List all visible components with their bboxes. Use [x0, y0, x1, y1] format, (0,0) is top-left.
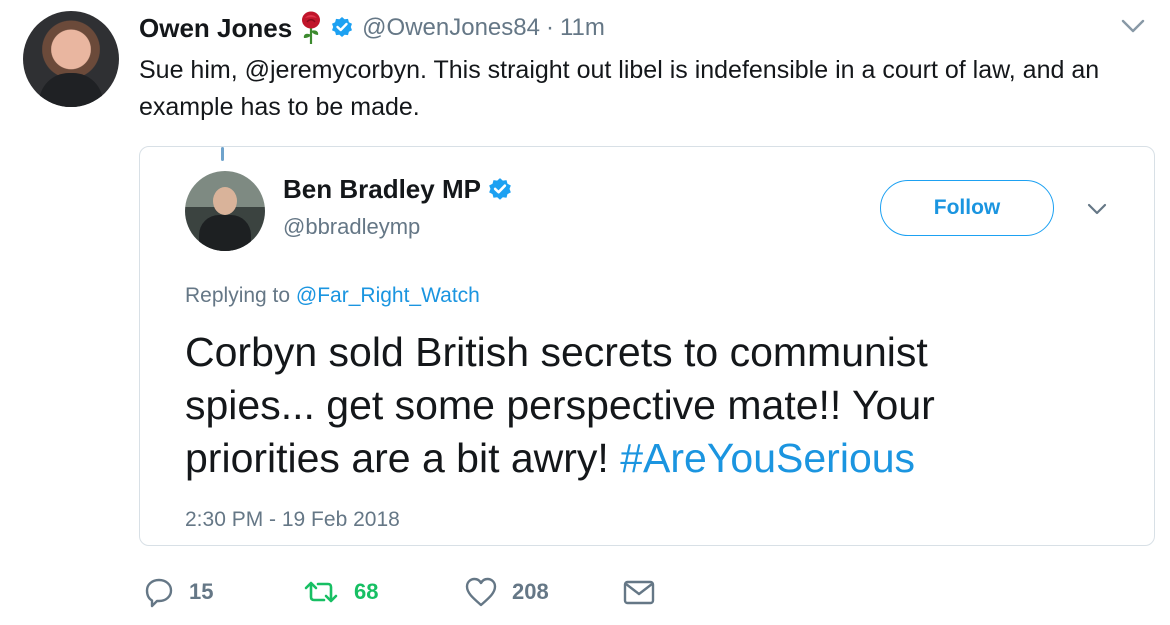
retweet-icon: [304, 581, 338, 603]
chevron-down-icon[interactable]: [1085, 200, 1109, 218]
verified-icon: [330, 16, 354, 40]
direct-message-button[interactable]: [622, 574, 656, 610]
quoted-author-handle[interactable]: @bbradleymp: [283, 214, 420, 240]
quoted-author-avatar[interactable]: [185, 171, 265, 251]
author-handle[interactable]: @OwenJones84: [362, 14, 540, 42]
retweet-count: 68: [354, 579, 379, 604]
like-count: 208: [512, 579, 549, 604]
quoted-timestamp[interactable]: 2:30 PM - 19 Feb 2018: [185, 508, 400, 532]
verified-icon: [487, 177, 513, 203]
replying-to-mention[interactable]: @Far_Right_Watch: [296, 284, 480, 307]
like-button[interactable]: 208: [464, 574, 549, 610]
separator: ·: [545, 14, 554, 41]
hashtag-link[interactable]: #AreYouSerious: [620, 435, 915, 481]
tweet-header: Owen Jones @OwenJones84 · 11m: [139, 10, 605, 46]
replying-prefix: Replying to: [185, 284, 291, 307]
tweet-text: Sue him, @jeremycorbyn. This straight ou…: [139, 56, 1100, 121]
thread-indicator: [221, 147, 224, 161]
quoted-author-header: Ben Bradley MP: [283, 174, 513, 205]
tweet-time[interactable]: 11m: [560, 14, 605, 42]
reply-count: 15: [189, 579, 214, 604]
quoted-tweet-text: Corbyn sold British secrets to communist…: [185, 326, 1065, 485]
chevron-down-icon[interactable]: [1120, 16, 1146, 36]
replying-to-line: Replying to @Far_Right_Watch: [185, 284, 480, 308]
reply-icon: [145, 578, 173, 608]
rose-icon: [298, 11, 324, 45]
author-avatar[interactable]: [23, 11, 119, 107]
follow-button[interactable]: Follow: [880, 180, 1054, 236]
retweet-button[interactable]: 68: [302, 574, 378, 610]
author-name[interactable]: Owen Jones: [139, 13, 292, 44]
direct-message-icon: [623, 580, 655, 605]
quoted-author-name[interactable]: Ben Bradley MP: [283, 174, 481, 205]
like-icon: [465, 577, 497, 607]
reply-button[interactable]: 15: [143, 574, 213, 610]
